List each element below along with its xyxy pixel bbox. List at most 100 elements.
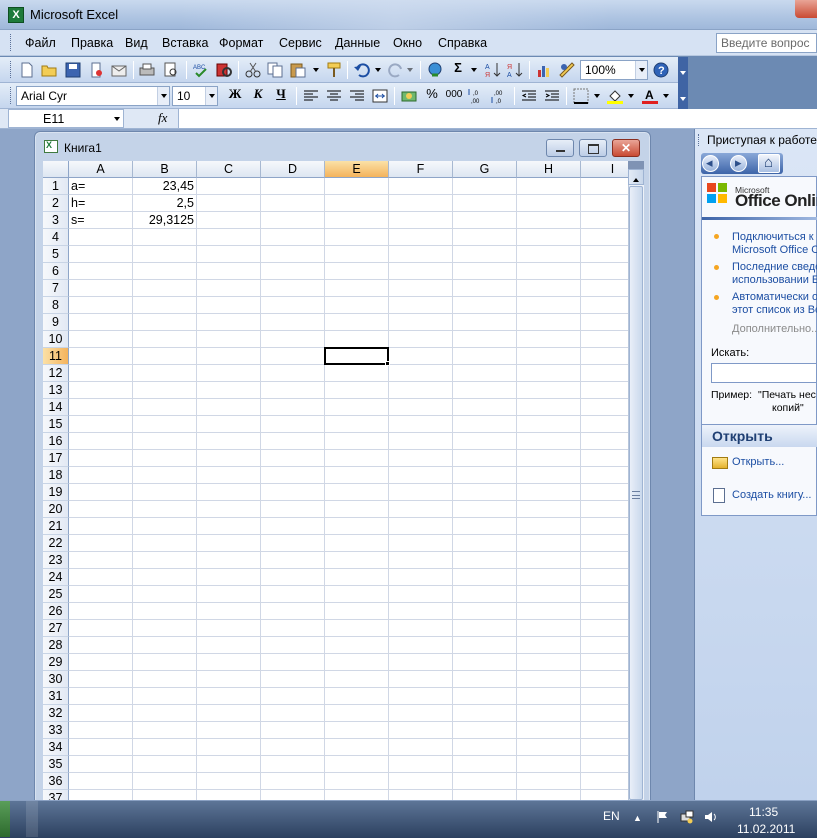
- row-header-12[interactable]: 12: [43, 365, 69, 382]
- home-icon[interactable]: [758, 154, 780, 173]
- row-header-17[interactable]: 17: [43, 450, 69, 467]
- font-dropdown-icon[interactable]: [157, 87, 169, 105]
- row-header-26[interactable]: 26: [43, 603, 69, 620]
- task-pane-search-input[interactable]: [711, 363, 817, 383]
- new-document-icon[interactable]: [18, 61, 36, 79]
- more-link[interactable]: Дополнительно...: [732, 323, 817, 335]
- row-header-20[interactable]: 20: [43, 501, 69, 518]
- split-box[interactable]: [628, 161, 644, 169]
- workbook-minimize-button[interactable]: [546, 139, 574, 157]
- column-header-a[interactable]: A: [69, 161, 133, 178]
- autosum-dropdown-icon[interactable]: [468, 61, 480, 79]
- clock-time[interactable]: 11:35: [749, 805, 778, 819]
- save-icon[interactable]: [64, 61, 82, 79]
- row-header-6[interactable]: 6: [43, 263, 69, 280]
- toolbar-grip[interactable]: [10, 61, 14, 78]
- spelling-icon[interactable]: ABC: [192, 61, 210, 79]
- link-auto-update-line1[interactable]: Автоматически о: [732, 291, 817, 304]
- row-header-7[interactable]: 7: [43, 280, 69, 297]
- row-header-28[interactable]: 28: [43, 637, 69, 654]
- cut-icon[interactable]: [244, 61, 262, 79]
- row-header-33[interactable]: 33: [43, 722, 69, 739]
- menu-edit[interactable]: Правка: [71, 36, 113, 50]
- row-header-30[interactable]: 30: [43, 671, 69, 688]
- merge-center-icon[interactable]: [371, 87, 389, 105]
- copy-icon[interactable]: [266, 61, 284, 79]
- fill-handle[interactable]: [385, 361, 390, 366]
- sort-ascending-icon[interactable]: AЯ: [484, 61, 502, 79]
- redo-icon[interactable]: [387, 61, 405, 79]
- cell-b3[interactable]: 29,3125: [133, 212, 196, 229]
- column-header-b[interactable]: B: [133, 161, 197, 178]
- taskbar-app-button[interactable]: [26, 801, 38, 837]
- row-header-22[interactable]: 22: [43, 535, 69, 552]
- underline-button[interactable]: Ч: [272, 86, 290, 102]
- menu-file[interactable]: Файл: [25, 36, 56, 50]
- email-icon[interactable]: [110, 61, 128, 79]
- volume-icon[interactable]: [704, 810, 718, 824]
- taskbar-excel-button[interactable]: [0, 801, 10, 837]
- column-header-g[interactable]: G: [453, 161, 517, 178]
- print-icon[interactable]: [138, 61, 156, 79]
- row-header-1[interactable]: 1: [43, 178, 69, 195]
- row-header-19[interactable]: 19: [43, 484, 69, 501]
- row-header-35[interactable]: 35: [43, 756, 69, 773]
- font-color-icon[interactable]: A: [641, 87, 659, 105]
- menu-help[interactable]: Справка: [438, 36, 487, 50]
- menu-grip[interactable]: [10, 34, 14, 51]
- format-painter-icon[interactable]: [325, 61, 343, 79]
- link-news-line2[interactable]: использовании E: [732, 274, 817, 287]
- row-header-3[interactable]: 3: [43, 212, 69, 229]
- percent-icon[interactable]: %: [423, 86, 441, 101]
- borders-dropdown-icon[interactable]: [591, 87, 603, 105]
- formula-input[interactable]: [178, 109, 817, 128]
- row-header-36[interactable]: 36: [43, 773, 69, 790]
- decrease-indent-icon[interactable]: [520, 87, 538, 105]
- cell-b2[interactable]: 2,5: [133, 195, 196, 212]
- forward-arrow-icon[interactable]: [730, 155, 747, 172]
- paste-icon[interactable]: [289, 61, 307, 79]
- link-connect-line2[interactable]: Microsoft Office O: [732, 244, 817, 257]
- column-header-i[interactable]: I: [581, 161, 628, 178]
- help-icon[interactable]: ?: [652, 61, 670, 79]
- italic-button[interactable]: К: [249, 86, 267, 102]
- open-folder-icon[interactable]: [712, 457, 728, 469]
- open-file-link[interactable]: Открыть...: [732, 456, 784, 468]
- drawing-icon[interactable]: [558, 61, 576, 79]
- paste-dropdown-icon[interactable]: [310, 61, 322, 79]
- zoom-dropdown-icon[interactable]: [635, 61, 647, 79]
- undo-dropdown-icon[interactable]: [372, 61, 384, 79]
- link-connect[interactable]: Подключиться к Microsoft Office O: [732, 231, 817, 257]
- increase-indent-icon[interactable]: [543, 87, 561, 105]
- toolbar-grip[interactable]: [10, 87, 14, 104]
- row-header-11[interactable]: 11: [43, 348, 69, 365]
- menu-tools[interactable]: Сервис: [279, 36, 322, 50]
- size-dropdown-icon[interactable]: [205, 87, 217, 105]
- link-connect-line1[interactable]: Подключиться к: [732, 231, 817, 244]
- active-cell[interactable]: [324, 347, 389, 365]
- row-header-13[interactable]: 13: [43, 382, 69, 399]
- row-header-10[interactable]: 10: [43, 331, 69, 348]
- menu-window[interactable]: Окно: [393, 36, 422, 50]
- task-pane-grip[interactable]: [698, 134, 701, 146]
- task-pane-title[interactable]: Приступая к работе: [707, 133, 817, 147]
- row-header-5[interactable]: 5: [43, 246, 69, 263]
- permission-icon[interactable]: [88, 61, 106, 79]
- action-center-flag-icon[interactable]: [656, 810, 670, 824]
- row-header-9[interactable]: 9: [43, 314, 69, 331]
- menu-format[interactable]: Формат: [219, 36, 263, 50]
- research-icon[interactable]: [215, 61, 233, 79]
- scroll-up-button[interactable]: [628, 169, 644, 185]
- select-all-button[interactable]: [43, 161, 69, 178]
- align-left-icon[interactable]: [302, 87, 320, 105]
- align-center-icon[interactable]: [325, 87, 343, 105]
- row-header-27[interactable]: 27: [43, 620, 69, 637]
- row-header-15[interactable]: 15: [43, 416, 69, 433]
- row-header-24[interactable]: 24: [43, 569, 69, 586]
- hyperlink-icon[interactable]: [426, 61, 444, 79]
- column-header-d[interactable]: D: [261, 161, 325, 178]
- row-header-8[interactable]: 8: [43, 297, 69, 314]
- row-header-25[interactable]: 25: [43, 586, 69, 603]
- help-search-input[interactable]: Введите вопрос: [716, 33, 817, 53]
- currency-icon[interactable]: [400, 87, 418, 105]
